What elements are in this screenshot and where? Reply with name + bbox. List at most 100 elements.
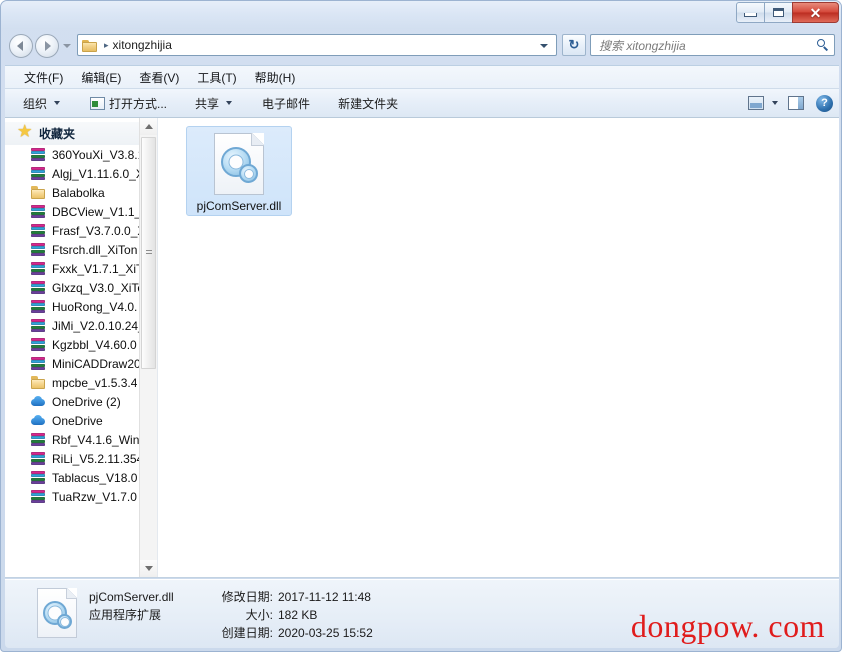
sidebar-item-label: Balabolka [52,185,105,200]
sidebar-item-label: OneDrive [52,413,103,428]
change-view-icon[interactable] [748,96,764,110]
archive-icon [31,337,46,352]
sidebar-item-dbcview[interactable]: DBCView_V1.1_X [5,202,157,221]
new-folder-button[interactable]: 新建文件夹 [330,91,406,116]
favorites-header[interactable]: 收藏夹 [5,122,157,145]
details-created-value: 2020-03-25 15:52 [278,626,373,640]
star-icon [18,124,33,141]
sidebar-item-fxxk[interactable]: Fxxk_V1.7.1_XiT [5,259,157,278]
archive-icon [31,280,46,295]
cloud-icon [31,414,46,427]
search-input[interactable]: 搜索 xitongzhijia [595,37,686,54]
chevron-down-icon [226,101,233,105]
back-button[interactable] [9,34,33,58]
sidebar-item-label: JiMi_V2.0.10.24_ [52,318,145,333]
open-with-label: 打开方式... [109,96,168,111]
help-icon[interactable]: ? [816,94,833,112]
share-button[interactable]: 共享 [187,91,240,116]
chevron-down-icon[interactable] [772,101,778,105]
open-with-button[interactable]: 打开方式... [82,91,175,116]
details-text: pjComServer.dll 修改日期: 2017-11-12 11:48 应… [89,586,373,641]
navigation-pane-scrollbar[interactable] [139,118,157,577]
chevron-down-icon[interactable] [538,37,550,53]
sidebar-item-algj[interactable]: Algj_V1.11.6.0_X [5,164,157,183]
scroll-up-icon[interactable] [140,118,157,135]
explorer-window: ✕ ▸ xitongzhijia ↻ 搜索 xitongzhijia 文件(F)… [0,0,842,652]
gear-icon [239,164,258,183]
folder-icon [82,39,98,52]
refresh-button[interactable]: ↻ [562,34,586,56]
details-created-key: 创建日期: [221,626,273,640]
sidebar-item-label: Ftsrch.dll_XiTon [52,242,138,257]
sidebar-item-label: Fxxk_V1.7.1_XiT [52,261,144,276]
sidebar-item-kgzbbl[interactable]: Kgzbbl_V4.60.0 [5,335,157,354]
navigation-buttons [9,34,71,58]
sidebar-item-360youxi[interactable]: 360YouXi_V3.8.1 [5,145,157,164]
sidebar-item-tuarzw[interactable]: TuaRzw_V1.7.0 [5,487,157,506]
details-size-key: 大小: [245,608,273,622]
details-row-created: 创建日期: 2020-03-25 15:52 [89,625,373,641]
sidebar-item-label: HuoRong_V4.0. [52,299,138,314]
breadcrumb-path[interactable]: xitongzhijia [113,38,172,52]
forward-button[interactable] [35,34,59,58]
sidebar-item-onedrive[interactable]: OneDrive [5,411,157,430]
preview-pane-icon[interactable] [788,96,804,110]
minimize-icon [744,13,757,17]
title-bar: ✕ [1,1,841,29]
address-bar[interactable]: ▸ xitongzhijia [77,34,557,56]
sidebar-item-label: OneDrive (2) [52,394,121,409]
scroll-down-icon[interactable] [140,560,157,577]
archive-icon [31,489,46,504]
sidebar-item-tablacus[interactable]: Tablacus_V18.0 [5,468,157,487]
archive-icon [31,147,46,162]
gear-icon [57,614,72,629]
archive-icon [31,432,46,447]
menu-bar: 文件(F) 编辑(E) 查看(V) 工具(T) 帮助(H) [5,65,839,88]
email-button[interactable]: 电子邮件 [254,91,318,116]
maximize-button[interactable] [764,2,793,23]
archive-icon [31,451,46,466]
email-label: 电子邮件 [262,96,311,111]
sidebar-item-huorong[interactable]: HuoRong_V4.0. [5,297,157,316]
navigation-pane: 收藏夹 360YouXi_V3.8.1 Algj_V1.11.6.0_X Bal… [5,118,158,577]
toolbar-right-group: ? [748,94,833,112]
menu-item-edit[interactable]: 编辑(E) [72,67,130,88]
sidebar-item-frasf[interactable]: Frasf_V3.7.0.0_X [5,221,157,240]
sidebar-item-mpcbe[interactable]: mpcbe_v1.5.3.4 [5,373,157,392]
sidebar-item-minicaddraw[interactable]: MiniCADDraw20 [5,354,157,373]
share-label: 共享 [195,96,220,111]
open-with-icon [90,96,106,110]
favorites-label: 收藏夹 [39,127,76,141]
sidebar-item-ftsrch[interactable]: Ftsrch.dll_XiTon [5,240,157,259]
explorer-content: 收藏夹 360YouXi_V3.8.1 Algj_V1.11.6.0_X Bal… [5,118,839,578]
menu-item-help[interactable]: 帮助(H) [246,67,305,88]
menu-item-tools[interactable]: 工具(T) [188,67,245,88]
sidebar-item-glxzq[interactable]: Glxzq_V3.0_XiTo [5,278,157,297]
search-icon[interactable] [816,38,830,52]
archive-icon [31,318,46,333]
sidebar-item-rbf[interactable]: Rbf_V4.1.6_Win [5,430,157,449]
organize-button[interactable]: 组织 [15,91,68,116]
search-box[interactable]: 搜索 xitongzhijia [590,34,835,56]
file-list-pane[interactable]: pjComServer.dll [158,118,839,577]
sidebar-item-balabolka[interactable]: Balabolka [5,183,157,202]
sidebar-item-onedrive-2[interactable]: OneDrive (2) [5,392,157,411]
minimize-button[interactable] [736,2,765,23]
close-button[interactable]: ✕ [792,2,839,23]
menu-item-view[interactable]: 查看(V) [130,67,188,88]
sidebar-item-rili[interactable]: RiLi_V5.2.11.354 [5,449,157,468]
menu-item-file[interactable]: 文件(F) [15,67,72,88]
sidebar-item-label: RiLi_V5.2.11.354 [52,451,144,466]
sidebar-item-jimi[interactable]: JiMi_V2.0.10.24_ [5,316,157,335]
details-row-size: 应用程序扩展 大小: 182 KB [89,607,373,623]
sidebar-item-label: Kgzbbl_V4.60.0 [52,337,137,352]
sidebar-item-label: MiniCADDraw20 [52,356,141,371]
sidebar-item-label: Tablacus_V18.0 [52,470,138,485]
sidebar-item-label: Rbf_V4.1.6_Win [52,432,140,447]
organize-label: 组织 [23,96,48,111]
recent-locations-dropdown-icon[interactable] [62,38,71,54]
scrollbar-thumb[interactable] [141,137,156,369]
archive-icon [31,204,46,219]
watermark: dongpow. com [630,608,825,644]
file-item[interactable]: pjComServer.dll [186,126,292,216]
